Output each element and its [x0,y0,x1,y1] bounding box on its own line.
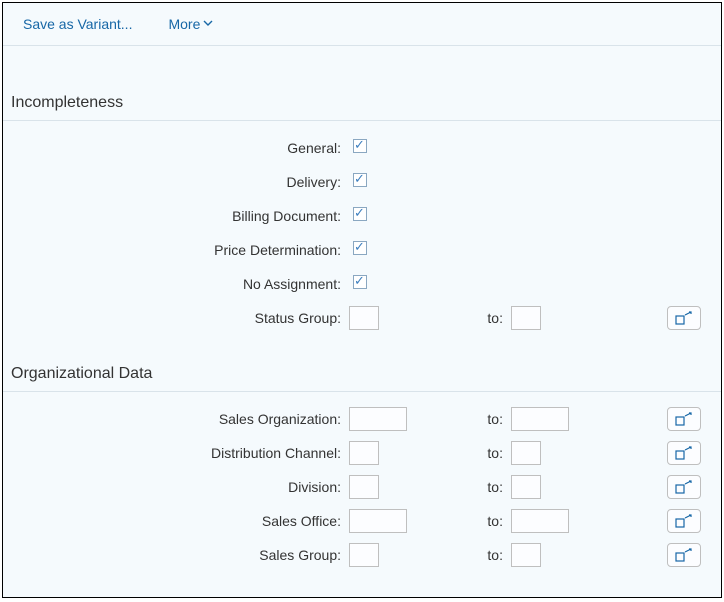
multi-select-icon [675,480,693,494]
more-label: More [168,16,200,32]
row-sales-organization: Sales Organization: to: [3,402,721,436]
row-no-assignment: No Assignment: [3,267,721,301]
input-sales-group-to[interactable] [511,543,541,567]
row-status-group: Status Group: to: [3,301,721,335]
label-to-sales-office: to: [449,513,511,529]
row-billing-document: Billing Document: [3,199,721,233]
label-delivery: Delivery: [3,174,349,190]
row-general: General: [3,131,721,165]
checkbox-price-determination[interactable] [353,241,367,255]
toolbar: Save as Variant... More [3,3,721,45]
section-title-incompleteness: Incompleteness [3,46,721,121]
input-status-group-to[interactable] [511,306,541,330]
multi-select-button-sales-organization[interactable] [667,407,701,431]
label-to-distribution-channel: to: [449,445,511,461]
input-status-group-from[interactable] [349,306,379,330]
label-division: Division: [3,479,349,495]
label-price-determination: Price Determination: [3,242,349,258]
checkbox-delivery[interactable] [353,173,367,187]
label-to-sales-organization: to: [449,411,511,427]
row-price-determination: Price Determination: [3,233,721,267]
multi-select-icon [675,412,693,426]
label-billing-document: Billing Document: [3,208,349,224]
multi-select-button-sales-office[interactable] [667,509,701,533]
label-sales-office: Sales Office: [3,513,349,529]
checkbox-no-assignment[interactable] [353,275,367,289]
label-to-division: to: [449,479,511,495]
row-division: Division: to: [3,470,721,504]
input-distribution-channel-to[interactable] [511,441,541,465]
multi-select-icon [675,514,693,528]
multi-select-button-division[interactable] [667,475,701,499]
input-sales-office-to[interactable] [511,509,569,533]
checkbox-billing-document[interactable] [353,207,367,221]
label-sales-organization: Sales Organization: [3,411,349,427]
label-to-status-group: to: [449,310,511,326]
input-division-to[interactable] [511,475,541,499]
multi-select-icon [675,311,693,325]
input-sales-group-from[interactable] [349,543,379,567]
input-division-from[interactable] [349,475,379,499]
multi-select-button-sales-group[interactable] [667,543,701,567]
input-sales-office-from[interactable] [349,509,407,533]
orgdata-rows: Sales Organization: to: Distribution Cha… [3,392,721,572]
label-sales-group: Sales Group: [3,547,349,563]
multi-select-icon [675,548,693,562]
input-sales-organization-to[interactable] [511,407,569,431]
label-no-assignment: No Assignment: [3,276,349,292]
multi-select-button-distribution-channel[interactable] [667,441,701,465]
label-status-group: Status Group: [3,310,349,326]
input-distribution-channel-from[interactable] [349,441,379,465]
checkbox-general[interactable] [353,139,367,153]
row-distribution-channel: Distribution Channel: to: [3,436,721,470]
input-sales-organization-from[interactable] [349,407,407,431]
row-delivery: Delivery: [3,165,721,199]
row-sales-group: Sales Group: to: [3,538,721,572]
incompleteness-rows: General: Delivery: Billing Document: Pri… [3,121,721,335]
chevron-down-icon [202,16,214,32]
multi-select-icon [675,446,693,460]
label-to-sales-group: to: [449,547,511,563]
label-general: General: [3,140,349,156]
save-as-variant-link[interactable]: Save as Variant... [23,16,132,32]
multi-select-button-status-group[interactable] [667,306,701,330]
label-distribution-channel: Distribution Channel: [3,445,349,461]
row-sales-office: Sales Office: to: [3,504,721,538]
section-title-organizational-data: Organizational Data [3,335,721,392]
more-menu[interactable]: More [168,16,214,32]
